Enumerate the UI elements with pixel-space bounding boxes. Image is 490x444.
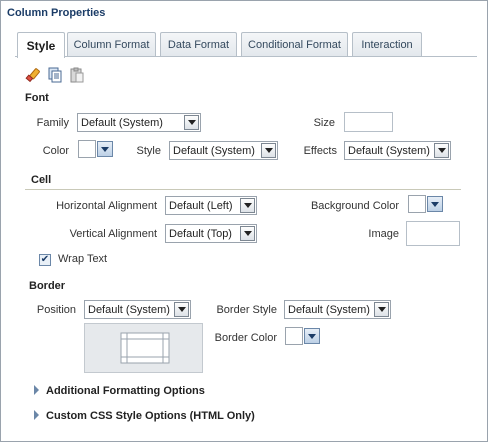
- checkmark-icon: ✔: [40, 254, 50, 265]
- tab-label: Column Format: [73, 39, 150, 51]
- image-label: Image: [368, 228, 399, 240]
- paste-icon[interactable]: [69, 67, 85, 83]
- additional-formatting-options-toggle[interactable]: Additional Formatting Options: [46, 385, 205, 397]
- chevron-down-icon: [431, 201, 439, 207]
- column-properties-dialog: Column Properties Style Column Format Da…: [0, 0, 488, 442]
- border-position-value: Default (System): [88, 303, 170, 316]
- tab-column-format[interactable]: Column Format: [67, 32, 156, 57]
- vertical-alignment-select[interactable]: Default (Top): [165, 224, 257, 243]
- copy-icon[interactable]: [47, 67, 63, 83]
- font-effects-value: Default (System): [348, 144, 430, 157]
- font-style-label: Style: [136, 145, 161, 157]
- chevron-down-icon[interactable]: [240, 226, 255, 241]
- chevron-down-icon[interactable]: [374, 302, 389, 317]
- clear-format-icon[interactable]: [25, 67, 41, 83]
- tab-interaction[interactable]: Interaction: [352, 32, 422, 57]
- cell-section-heading: Cell: [31, 174, 52, 186]
- font-section-heading: Font: [25, 92, 49, 104]
- font-effects-label: Effects: [303, 145, 337, 157]
- font-size-input[interactable]: [344, 112, 393, 132]
- chevron-down-icon[interactable]: [184, 115, 199, 130]
- tab-label: Data Format: [167, 39, 230, 51]
- border-style-select[interactable]: Default (System): [284, 300, 391, 319]
- font-color-picker-button[interactable]: [97, 141, 113, 157]
- chevron-down-icon: [101, 146, 109, 152]
- font-style-select[interactable]: Default (System): [169, 141, 278, 160]
- horizontal-alignment-select[interactable]: Default (Left): [165, 196, 257, 215]
- tab-style[interactable]: Style: [17, 32, 65, 58]
- font-effects-select[interactable]: Default (System): [344, 141, 451, 160]
- cell-section-divider: [25, 189, 461, 190]
- image-field[interactable]: [406, 221, 460, 246]
- background-color-picker-button[interactable]: [427, 196, 443, 212]
- tab-label: Conditional Format: [248, 39, 341, 51]
- chevron-down-icon[interactable]: [240, 198, 255, 213]
- font-style-value: Default (System): [173, 144, 255, 157]
- expand-arrow-icon[interactable]: [34, 410, 39, 420]
- border-position-select[interactable]: Default (System): [84, 300, 191, 319]
- tab-strip-border: [15, 56, 477, 57]
- dialog-title: Column Properties: [7, 7, 106, 19]
- horizontal-alignment-value: Default (Left): [169, 199, 233, 212]
- tab-conditional-format[interactable]: Conditional Format: [241, 32, 348, 57]
- border-color-picker-button[interactable]: [304, 328, 320, 344]
- horizontal-alignment-label: Horizontal Alignment: [56, 200, 157, 212]
- border-style-value: Default (System): [288, 303, 370, 316]
- chevron-down-icon[interactable]: [261, 143, 276, 158]
- font-family-label: Family: [36, 117, 69, 129]
- border-preview-icon: [120, 332, 170, 364]
- border-color-swatch[interactable]: [285, 327, 303, 345]
- vertical-alignment-value: Default (Top): [169, 227, 232, 240]
- font-color-label: Color: [42, 145, 69, 157]
- chevron-down-icon[interactable]: [434, 143, 449, 158]
- font-size-label: Size: [313, 117, 335, 129]
- border-position-label: Position: [36, 304, 76, 316]
- vertical-alignment-label: Vertical Alignment: [69, 228, 157, 240]
- expand-arrow-icon[interactable]: [34, 385, 39, 395]
- wrap-text-checkbox[interactable]: ✔: [39, 254, 51, 266]
- font-family-select[interactable]: Default (System): [77, 113, 201, 132]
- wrap-text-label: Wrap Text: [58, 253, 108, 265]
- font-family-value: Default (System): [81, 116, 163, 129]
- custom-css-style-options-toggle[interactable]: Custom CSS Style Options (HTML Only): [46, 410, 255, 422]
- border-color-label: Border Color: [214, 332, 277, 344]
- tab-label: Style: [26, 38, 56, 53]
- background-color-swatch[interactable]: [408, 195, 426, 213]
- background-color-label: Background Color: [310, 200, 399, 212]
- font-color-swatch[interactable]: [78, 140, 96, 158]
- border-style-label: Border Style: [216, 304, 277, 316]
- chevron-down-icon: [308, 333, 316, 339]
- active-tab-gap: [18, 56, 64, 58]
- border-section-heading: Border: [29, 280, 66, 292]
- tab-label: Interaction: [361, 39, 413, 51]
- tab-data-format[interactable]: Data Format: [160, 32, 237, 57]
- border-position-preview[interactable]: [84, 323, 203, 373]
- chevron-down-icon[interactable]: [174, 302, 189, 317]
